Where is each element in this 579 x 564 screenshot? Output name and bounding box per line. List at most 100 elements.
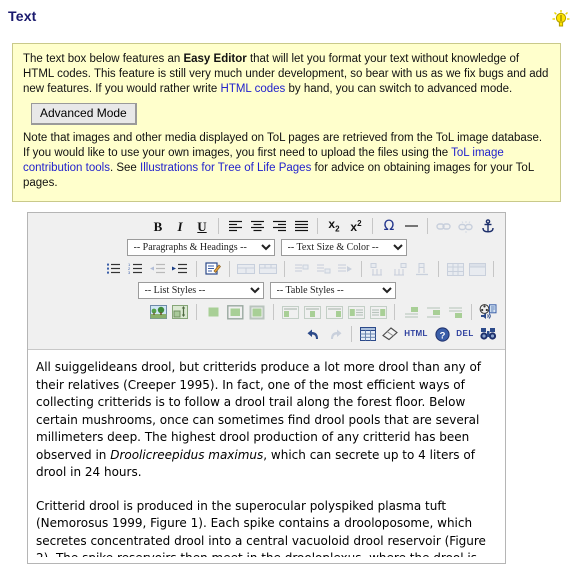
- toolbar-row-images: [28, 301, 505, 323]
- subscript-button[interactable]: x2: [324, 217, 344, 235]
- table-styles-select-wrap: -- Table Styles --: [267, 282, 399, 299]
- species-name-italic: Droolicreepidus maximus: [110, 447, 264, 462]
- special-character-button[interactable]: Ω: [379, 217, 399, 235]
- toolbar-row-tools: HTML ? DEL: [28, 323, 505, 345]
- notice-p1-bold: Easy Editor: [183, 53, 247, 65]
- horizontal-rule-button[interactable]: [401, 217, 421, 235]
- notice-p1-text-c: by hand, you can switch to advanced mode…: [285, 83, 513, 95]
- undo-button[interactable]: [303, 325, 323, 343]
- toolbar-separator: [196, 261, 197, 277]
- insert-table-button: [445, 260, 465, 278]
- toolbar-row-formatting: B I U x2 x2 Ω: [28, 215, 505, 237]
- illustrations-for-tree-of-life-pages-link[interactable]: Illustrations for Tree of Life Pages: [140, 162, 311, 174]
- image-border-thin-icon[interactable]: [225, 303, 245, 321]
- toolbar-row-lists-tables: 123: [28, 258, 505, 280]
- align-center-button[interactable]: [247, 217, 267, 235]
- toolbar-separator: [273, 304, 274, 320]
- toolbar-separator: [218, 218, 219, 234]
- toolbar-separator: [372, 218, 373, 234]
- text-size-color-select[interactable]: -- Text Size & Color --: [280, 239, 407, 256]
- svg-text:?: ?: [439, 330, 445, 341]
- insert-media-icon[interactable]: [478, 303, 498, 321]
- toolbar-row-style-selects: -- List Styles -- -- Table Styles --: [28, 280, 505, 301]
- insert-column-right-button: [390, 260, 410, 278]
- image-align-center-icon[interactable]: [302, 303, 322, 321]
- caption-middle-icon[interactable]: [423, 303, 443, 321]
- numbered-list-button[interactable]: 123: [126, 260, 146, 278]
- caption-bottom-icon[interactable]: [445, 303, 465, 321]
- caption-top-icon[interactable]: [401, 303, 421, 321]
- toolbar-separator: [351, 326, 352, 342]
- paragraph-2-text-a: Critterid drool is produced in the super…: [36, 498, 486, 558]
- toolbar-separator: [361, 261, 362, 277]
- delete-button[interactable]: DEL: [454, 325, 476, 343]
- notice-p1-text-a: The text box below features an: [23, 53, 184, 65]
- underline-button[interactable]: U: [192, 217, 212, 235]
- insert-row-below-button: [313, 260, 333, 278]
- eraser-button[interactable]: [380, 325, 400, 343]
- insert-row-above-button: [291, 260, 311, 278]
- table-grid-button[interactable]: [358, 325, 378, 343]
- superscript-button[interactable]: x2: [346, 217, 366, 235]
- toolbar-row-paragraph-selects: -- Paragraphs & Headings -- -- Text Size…: [28, 237, 505, 258]
- image-wrap-right-icon[interactable]: [368, 303, 388, 321]
- toolbar-separator: [471, 304, 472, 320]
- document-paragraph-1: All suiggelideans drool, but critterids …: [36, 359, 495, 482]
- split-cell-button: [258, 260, 278, 278]
- align-left-button[interactable]: [225, 217, 245, 235]
- table-properties-button: [467, 260, 487, 278]
- indent-button[interactable]: [170, 260, 190, 278]
- toolbar-separator: [196, 304, 197, 320]
- text-editor-page: Text The text box below features an Easy…: [0, 0, 579, 564]
- bold-button[interactable]: B: [148, 217, 168, 235]
- toolbar-separator: [438, 261, 439, 277]
- anchor-button[interactable]: [478, 217, 498, 235]
- list-styles-select-wrap: -- List Styles --: [135, 282, 267, 299]
- toolbar-separator: [284, 261, 285, 277]
- list-styles-select[interactable]: -- List Styles --: [137, 282, 264, 299]
- insert-column-left-button: [368, 260, 388, 278]
- merge-cells-button: [236, 260, 256, 278]
- image-border-thick-icon[interactable]: [247, 303, 267, 321]
- notice-p2-text-b: . See: [109, 162, 141, 174]
- redo-button: [325, 325, 345, 343]
- svg-text:3: 3: [128, 270, 131, 275]
- remove-link-button: [456, 217, 476, 235]
- paragraph-1-text-a: All suiggelideans drool, but critterids …: [36, 360, 482, 462]
- advanced-mode-button[interactable]: Advanced Mode: [31, 103, 137, 125]
- delete-column-button: [412, 260, 432, 278]
- document-paragraph-2: Critterid drool is produced in the super…: [36, 498, 495, 558]
- image-wrap-left-icon[interactable]: [346, 303, 366, 321]
- notice-paragraph-2: Note that images and other media display…: [23, 131, 550, 191]
- paragraphs-headings-select-wrap: -- Paragraphs & Headings --: [124, 239, 278, 256]
- editor-toolbar: B I U x2 x2 Ω -- Paragraphs & Headings -…: [28, 213, 505, 350]
- table-styles-select[interactable]: -- Table Styles --: [269, 282, 396, 299]
- toolbar-separator: [427, 218, 428, 234]
- align-justify-button[interactable]: [291, 217, 311, 235]
- image-size-icon[interactable]: [170, 303, 190, 321]
- html-source-button[interactable]: HTML: [402, 325, 430, 343]
- insert-link-button: [434, 217, 454, 235]
- italic-button[interactable]: I: [170, 217, 190, 235]
- toolbar-separator: [229, 261, 230, 277]
- help-button[interactable]: ?: [432, 325, 452, 343]
- page-title: Text: [8, 8, 37, 24]
- editor-text-area[interactable]: All suiggelideans drool, but critterids …: [28, 350, 505, 557]
- image-align-left-icon[interactable]: [280, 303, 300, 321]
- find-replace-button[interactable]: [478, 325, 498, 343]
- toolbar-separator: [394, 304, 395, 320]
- bullet-list-button[interactable]: [104, 260, 124, 278]
- lightbulb-icon[interactable]: [551, 9, 571, 29]
- info-notice: The text box below features an Easy Edit…: [12, 43, 561, 202]
- html-codes-link[interactable]: HTML codes: [221, 83, 286, 95]
- image-align-right-icon[interactable]: [324, 303, 344, 321]
- toolbar-separator: [317, 218, 318, 234]
- edit-properties-button[interactable]: [203, 260, 223, 278]
- outdent-button: [148, 260, 168, 278]
- insert-image-icon[interactable]: [148, 303, 168, 321]
- paragraphs-headings-select[interactable]: -- Paragraphs & Headings --: [126, 239, 275, 256]
- easy-editor: B I U x2 x2 Ω -- Paragraphs & Headings -…: [27, 212, 506, 564]
- toolbar-separator: [493, 261, 494, 277]
- image-border-none-icon[interactable]: [203, 303, 223, 321]
- align-right-button[interactable]: [269, 217, 289, 235]
